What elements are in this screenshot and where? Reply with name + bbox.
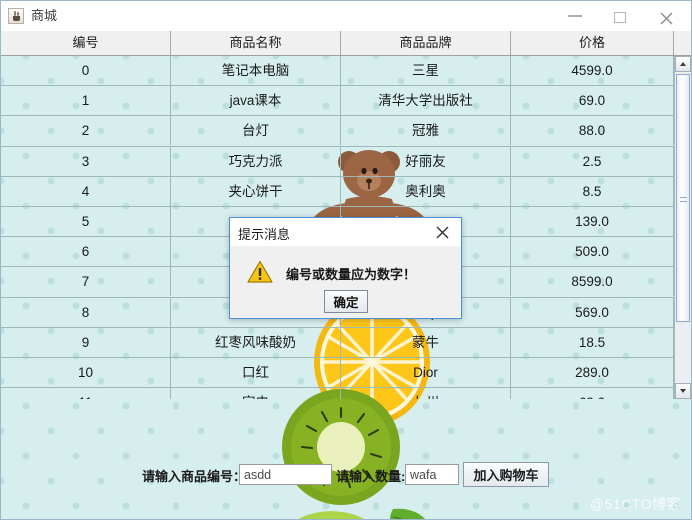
table-row[interactable]: 4 夹心饼干 奥利奥 8.5 (1, 176, 674, 207)
scroll-down-arrow-icon[interactable] (675, 383, 691, 399)
table-row[interactable]: 0 笔记本电脑 三星 4599.0 (1, 56, 674, 87)
cell-price: 289.0 (511, 357, 674, 387)
cell-name: 夹心饼干 (171, 176, 341, 206)
table-row[interactable]: 10 口红 Dior 289.0 (1, 357, 674, 389)
vertical-scrollbar[interactable] (674, 56, 691, 399)
product-id-label: 请输入商品编号： (142, 469, 247, 484)
quantity-input[interactable] (405, 464, 459, 485)
cell-name: 红枣风味酸奶 (171, 327, 341, 357)
table-row[interactable]: 3 巧克力派 好丽友 2.5 (1, 146, 674, 177)
warning-triangle-icon (247, 260, 273, 283)
close-icon (660, 12, 673, 25)
maximize-button[interactable] (599, 1, 645, 30)
table-row[interactable]: 1 java课本 清华大学出版社 69.0 (1, 86, 674, 117)
minimize-icon (568, 15, 582, 17)
cell-id: 8 (1, 297, 171, 327)
cell-price: 8599.0 (511, 267, 674, 297)
cell-id: 1 (1, 86, 171, 116)
window-title: 商城 (31, 8, 58, 23)
table-header-row: 编号 商品名称 商品品牌 价格 (1, 31, 691, 56)
table-row[interactable]: 2 台灯 冠雅 88.0 (1, 116, 674, 147)
cell-brand: 三星 (341, 56, 511, 85)
message-dialog: 提示消息 编号或数量应为数字！ 确定 (229, 217, 462, 319)
cell-name: 口红 (171, 357, 341, 387)
cell-name: 笔记本电脑 (171, 56, 341, 85)
dialog-message: 编号或数量应为数字！ (286, 267, 417, 282)
cell-id: 10 (1, 357, 171, 387)
java-coffee-cup-icon (8, 8, 24, 24)
column-header-brand[interactable]: 商品品牌 (341, 31, 511, 55)
column-header-id[interactable]: 编号 (1, 31, 171, 55)
cell-brand: 冠雅 (341, 116, 511, 146)
cell-brand: 奥利奥 (341, 176, 511, 206)
cell-price: 4599.0 (511, 56, 674, 85)
cell-id: 0 (1, 56, 171, 85)
purchase-form: 请输入商品编号： 请输入数量: 加入购物车 (1, 456, 691, 502)
cell-id: 6 (1, 237, 171, 267)
cell-id: 5 (1, 206, 171, 236)
cell-id: 9 (1, 327, 171, 357)
cell-price: 18.5 (511, 327, 674, 357)
quantity-label: 请输入数量: (336, 469, 406, 484)
cell-id: 4 (1, 176, 171, 206)
cell-price: 8.5 (511, 176, 674, 206)
dialog-close-button[interactable] (425, 218, 461, 245)
cell-brand: Dior (341, 357, 511, 387)
scroll-up-arrow-icon[interactable] (675, 56, 691, 72)
cell-price: 69.0 (511, 86, 674, 116)
main-content: 编号 商品名称 商品品牌 价格 0 笔记本电脑 三星 4599.0 1 java… (1, 31, 691, 519)
cell-id: 11 (1, 388, 171, 399)
cell-price: 509.0 (511, 237, 674, 267)
close-button[interactable] (645, 1, 691, 30)
window-titlebar: 商城 (1, 1, 691, 32)
cell-name: java课本 (171, 86, 341, 116)
cell-name: 台灯 (171, 116, 341, 146)
table-row[interactable]: 11 家电 九州 69.0 (1, 388, 674, 399)
cell-price: 139.0 (511, 206, 674, 236)
product-id-input[interactable] (239, 464, 332, 485)
app-window: 商城 编号 商品名称 商品品牌 价格 0 笔记本电脑 三星 4599.0 1 j… (0, 0, 692, 520)
cell-name: 巧克力派 (171, 146, 341, 176)
scrollbar-thumb[interactable] (676, 74, 690, 322)
cell-brand: 蒙牛 (341, 327, 511, 357)
close-icon (436, 226, 449, 239)
dialog-body: 编号或数量应为数字！ 确定 (230, 246, 461, 318)
cell-id: 2 (1, 116, 171, 146)
cell-brand: 好丽友 (341, 146, 511, 176)
dialog-titlebar: 提示消息 (230, 218, 461, 246)
cell-price: 88.0 (511, 116, 674, 146)
cell-price: 569.0 (511, 297, 674, 327)
cell-id: 3 (1, 146, 171, 176)
add-to-cart-button[interactable]: 加入购物车 (463, 462, 549, 487)
cell-price: 69.0 (511, 388, 674, 399)
green-pear-icon (298, 508, 426, 519)
column-header-price[interactable]: 价格 (511, 31, 674, 55)
table-row[interactable]: 9 红枣风味酸奶 蒙牛 18.5 (1, 327, 674, 358)
column-header-name[interactable]: 商品名称 (171, 31, 341, 55)
header-corner-filler (674, 31, 691, 55)
cell-price: 2.5 (511, 146, 674, 176)
maximize-icon (614, 12, 627, 24)
cell-brand: 九州 (341, 388, 511, 399)
dialog-title: 提示消息 (238, 227, 291, 242)
dialog-ok-button[interactable]: 确定 (324, 290, 368, 313)
products-table: 编号 商品名称 商品品牌 价格 0 笔记本电脑 三星 4599.0 1 java… (1, 31, 691, 399)
cell-brand: 清华大学出版社 (341, 86, 511, 116)
cell-name: 家电 (171, 388, 341, 399)
cell-id: 7 (1, 267, 171, 297)
minimize-button[interactable] (553, 1, 599, 30)
